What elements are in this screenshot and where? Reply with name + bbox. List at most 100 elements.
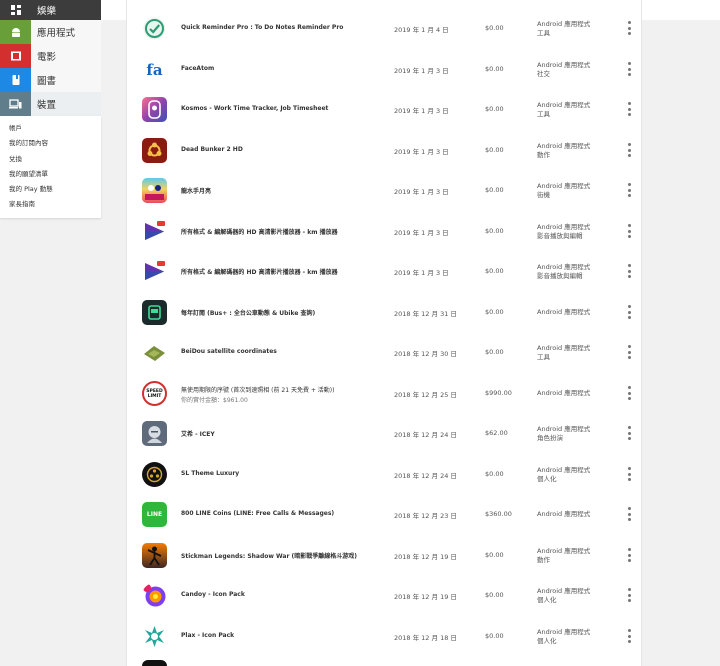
sidebar-item-movies[interactable]: 電影 bbox=[0, 44, 101, 68]
satellite-map-icon bbox=[142, 340, 167, 365]
more-options-icon[interactable] bbox=[625, 21, 633, 35]
order-type: Android 應用程式 bbox=[537, 389, 591, 397]
biohazard-icon bbox=[142, 138, 167, 163]
more-options-icon[interactable] bbox=[625, 345, 633, 359]
more-options-icon[interactable] bbox=[625, 548, 633, 562]
order-row: 所有格式 & 編解碼器的 HD 高清影片播放器 - km 播放器 2019 年 … bbox=[127, 211, 643, 251]
app-title[interactable]: 龍水手月亮 bbox=[181, 186, 381, 195]
order-date: 2018 年 12 月 24 日 bbox=[394, 472, 457, 480]
order-price: $0.00 bbox=[485, 146, 504, 154]
sidebar-item-label: 電影 bbox=[37, 52, 57, 63]
more-options-icon[interactable] bbox=[625, 467, 633, 481]
book-icon bbox=[0, 68, 31, 92]
check-badge-icon bbox=[142, 16, 167, 41]
order-row: 龍水手月亮 2019 年 1 月 3 日 $0.00 Android 應用程式街… bbox=[127, 170, 643, 210]
order-date: 2019 年 1 月 3 日 bbox=[394, 148, 449, 156]
line-icon: LINE bbox=[142, 502, 167, 527]
more-options-icon[interactable] bbox=[625, 629, 633, 643]
link-wishlist[interactable]: 我的願望清單 bbox=[9, 167, 101, 182]
order-price: $0.00 bbox=[485, 227, 504, 235]
order-row: Stickman Legends: Shadow War (暗影戰爭離線格斗游戏… bbox=[127, 535, 643, 575]
more-options-icon[interactable] bbox=[625, 102, 633, 116]
order-row: BeiDou satellite coordinates 2018 年 12 月… bbox=[127, 332, 643, 372]
order-price: $0.00 bbox=[485, 591, 504, 599]
app-title[interactable]: Stickman Legends: Shadow War (暗影戰爭離線格斗游戏… bbox=[181, 551, 381, 560]
sidebar-item-label: 娛樂 bbox=[37, 6, 57, 17]
grid-icon bbox=[0, 0, 31, 20]
game-art-icon bbox=[142, 178, 167, 203]
order-price: $0.00 bbox=[485, 632, 504, 640]
more-options-icon[interactable] bbox=[625, 507, 633, 521]
app-title[interactable]: 所有格式 & 編解碼器的 HD 高清影片播放器 - km 播放器 bbox=[181, 227, 381, 236]
paid-amount: 你的實付金額：$961.00 bbox=[181, 397, 248, 404]
app-title[interactable]: Kosmos - Work Time Tracker, Job Timeshee… bbox=[181, 105, 381, 112]
link-account[interactable]: 帳戶 bbox=[9, 121, 101, 136]
app-title[interactable]: Plax - Icon Pack bbox=[181, 632, 381, 639]
stickman-icon bbox=[142, 543, 167, 568]
more-options-icon[interactable] bbox=[625, 224, 633, 238]
order-row: SPEED LIMIT 無使用期限的序號 (首次到速照相 (前 21 天免費 +… bbox=[127, 373, 643, 413]
order-date: 2018 年 12 月 23 日 bbox=[394, 512, 457, 520]
app-title[interactable]: Candoy - Icon Pack bbox=[181, 591, 381, 598]
app-title[interactable]: BeiDou satellite coordinates bbox=[181, 348, 381, 355]
order-type: Android 應用程式 bbox=[537, 510, 591, 518]
more-options-icon[interactable] bbox=[625, 426, 633, 440]
order-row: 每年訂閱 (Bus+ : 全台公車動態 & Ubike 查詢) 2018 年 1… bbox=[127, 292, 643, 332]
order-type: Android 應用程式 街機 bbox=[537, 182, 591, 199]
sidebar-item-apps[interactable]: 應用程式 bbox=[0, 20, 101, 44]
app-title[interactable]: 艾希 - ICEY bbox=[181, 429, 381, 438]
more-options-icon[interactable] bbox=[625, 62, 633, 76]
km-player-icon bbox=[142, 259, 167, 284]
order-type: Android 應用程式 工具 bbox=[537, 101, 591, 118]
order-row: 所有格式 & 編解碼器的 HD 高清影片播放器 - km 播放器 2019 年 … bbox=[127, 251, 643, 291]
more-options-icon[interactable] bbox=[625, 386, 633, 400]
link-redeem[interactable]: 兌換 bbox=[9, 152, 101, 167]
app-title[interactable]: Quick Reminder Pro : To Do Notes Reminde… bbox=[181, 24, 381, 31]
more-options-icon[interactable] bbox=[625, 264, 633, 278]
order-type: Android 應用程式 工具 bbox=[537, 20, 591, 37]
sidebar-item-books[interactable]: 圖書 bbox=[0, 68, 101, 92]
order-price: $62.00 bbox=[485, 429, 508, 437]
link-parent-guide[interactable]: 家長指南 bbox=[9, 197, 101, 212]
order-price: $0.00 bbox=[485, 186, 504, 194]
order-date: 2018 年 12 月 24 日 bbox=[394, 431, 457, 439]
app-title[interactable]: 無使用期限的序號 (首次到速照相 (前 21 天免費 + 活動)) bbox=[181, 385, 381, 394]
link-play-activity[interactable]: 我的 Play 動態 bbox=[9, 182, 101, 197]
android-icon bbox=[0, 20, 31, 44]
app-title[interactable]: FaceAtom bbox=[181, 65, 381, 72]
sidebar-item-devices[interactable]: 裝置 bbox=[0, 92, 101, 116]
order-date: 2018 年 12 月 25 日 bbox=[394, 391, 457, 399]
app-title[interactable]: 每年訂閱 (Bus+ : 全台公車動態 & Ubike 查詢) bbox=[181, 308, 381, 317]
more-options-icon[interactable] bbox=[625, 588, 633, 602]
app-title[interactable]: SL Theme Luxury bbox=[181, 470, 381, 477]
order-row: 艾希 - ICEY 2018 年 12 月 24 日 $62.00 Androi… bbox=[127, 413, 643, 453]
devices-icon bbox=[0, 92, 31, 116]
icey-icon bbox=[142, 421, 167, 446]
sidebar-item-entertainment[interactable]: 娛樂 bbox=[0, 0, 101, 20]
plax-icon bbox=[142, 624, 167, 649]
order-row: SL Theme Luxury 2018 年 12 月 24 日 $0.00 A… bbox=[127, 454, 643, 494]
order-history-list: Quick Reminder Pro : To Do Notes Reminde… bbox=[126, 0, 642, 666]
order-type: Android 應用程式 動作 bbox=[537, 547, 591, 564]
more-options-icon[interactable] bbox=[625, 183, 633, 197]
more-options-icon[interactable] bbox=[625, 305, 633, 319]
sidebar-item-label: 圖書 bbox=[37, 76, 57, 87]
order-date: 2018 年 12 月 18 日 bbox=[394, 634, 457, 642]
app-title[interactable]: 800 LINE Coins (LINE: Free Calls & Messa… bbox=[181, 510, 381, 517]
order-price: $360.00 bbox=[485, 510, 512, 518]
order-price: $990.00 bbox=[485, 389, 512, 397]
order-type: Android 應用程式 bbox=[537, 308, 591, 316]
order-row: Dead Bunker 2 HD 2019 年 1 月 3 日 $0.00 An… bbox=[127, 130, 643, 170]
more-options-icon[interactable] bbox=[625, 143, 633, 157]
luxury-theme-icon bbox=[142, 462, 167, 487]
order-date: 2019 年 1 月 3 日 bbox=[394, 67, 449, 75]
order-type: Android 應用程式 影音播放與編輯 bbox=[537, 223, 591, 240]
app-title[interactable]: 所有格式 & 編解碼器的 HD 高清影片播放器 - km 播放器 bbox=[181, 267, 381, 276]
link-subscriptions[interactable]: 我的訂閱內容 bbox=[9, 136, 101, 151]
order-row: LINE 800 LINE Coins (LINE: Free Calls & … bbox=[127, 494, 643, 534]
candoy-icon bbox=[142, 583, 167, 608]
order-type: Android 應用程式 影音播放與編輯 bbox=[537, 263, 591, 280]
order-date: 2018 年 12 月 31 日 bbox=[394, 310, 457, 318]
app-title[interactable]: Dead Bunker 2 HD bbox=[181, 146, 381, 153]
kosmos-icon bbox=[142, 97, 167, 122]
